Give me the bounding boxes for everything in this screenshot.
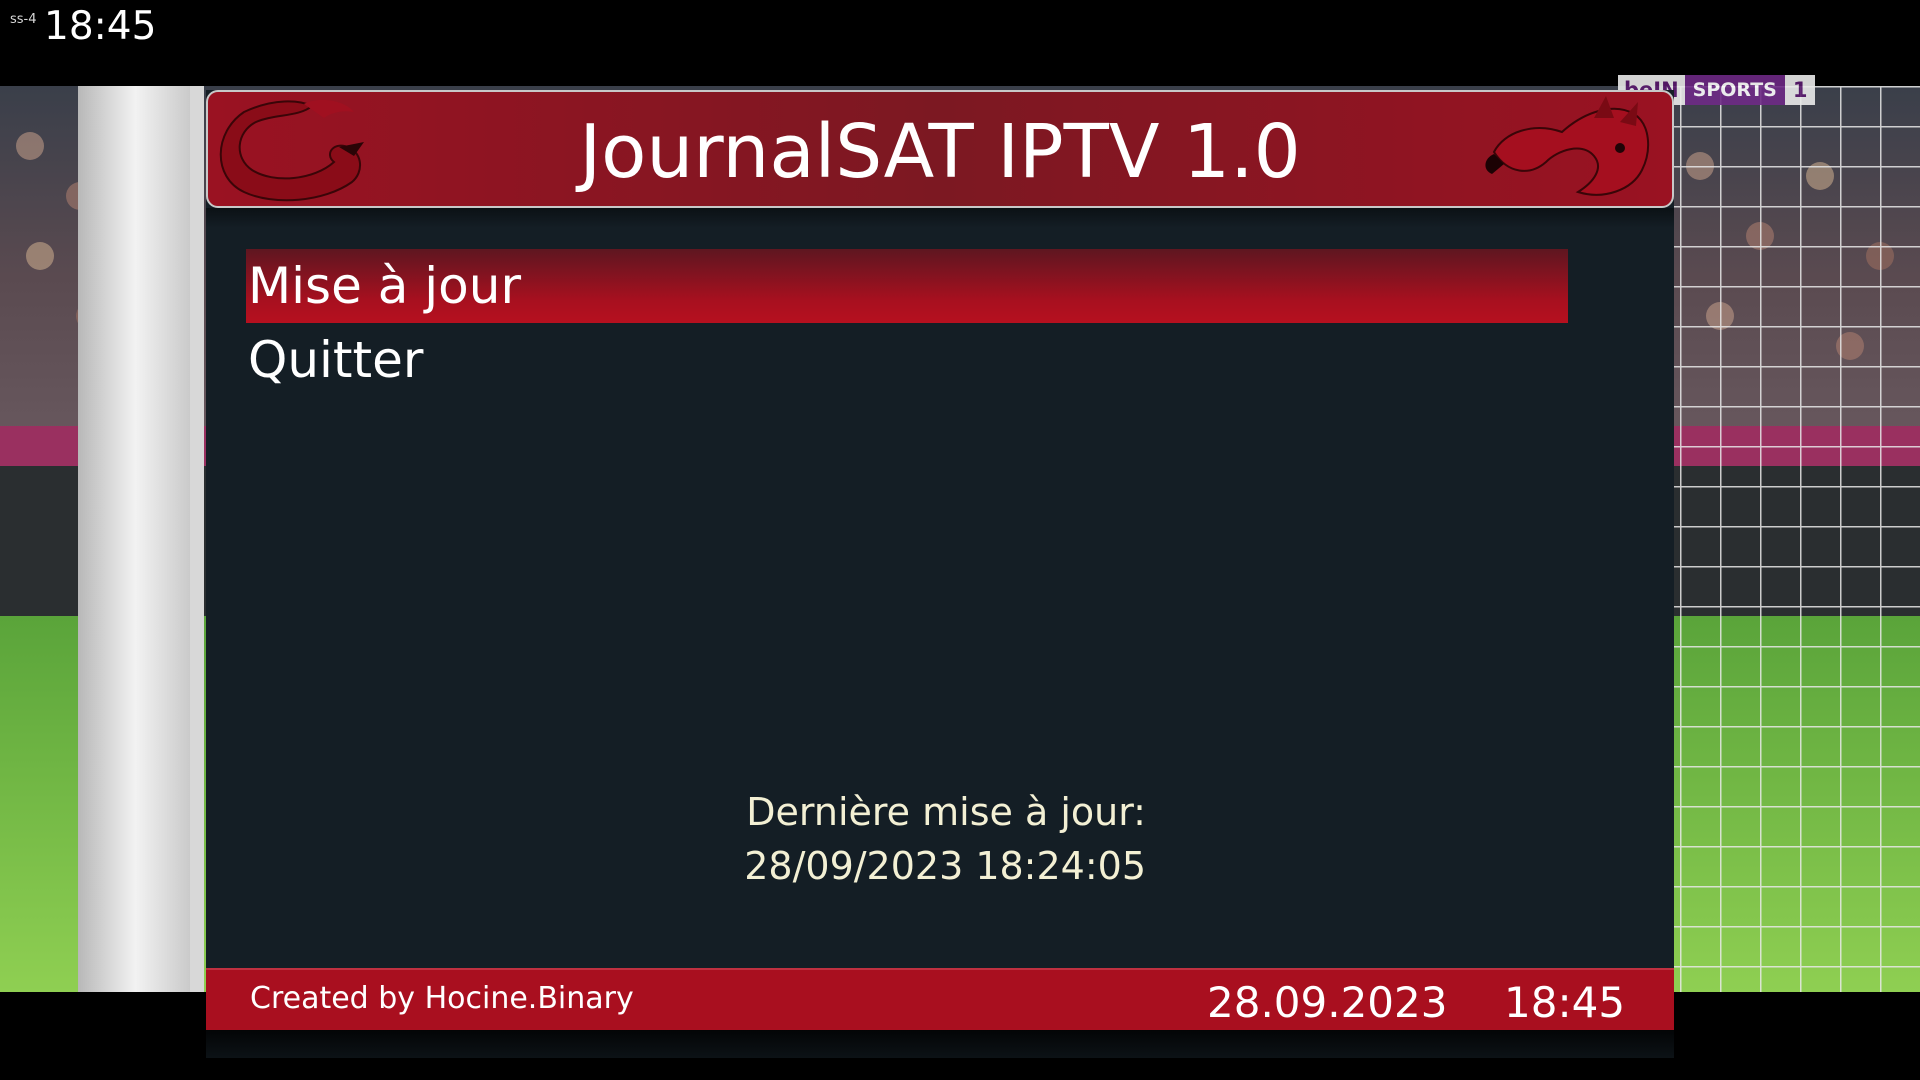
last-update-value: 28/09/2023 18:24:05 xyxy=(744,844,1146,888)
footer-time: 18:45 xyxy=(1504,978,1626,1027)
plugin-menu: Mise à jour Quitter xyxy=(246,249,1568,397)
title-bar: JournalSAT IPTV 1.0 xyxy=(206,90,1674,208)
menu-item-update[interactable]: Mise à jour xyxy=(246,249,1568,323)
menu-item-quit[interactable]: Quitter xyxy=(246,323,1568,397)
footer-date: 28.09.2023 xyxy=(1207,978,1448,1027)
last-update-info: Dernière mise à jour: 28/09/2023 18:24:0… xyxy=(206,785,1146,893)
title-shadow xyxy=(206,208,1674,228)
last-update-label: Dernière mise à jour: xyxy=(746,790,1146,834)
osd-channel-tag: ss-4 xyxy=(10,12,37,27)
footer-bar: Created by Hocine.Binary 28.09.2023 18:4… xyxy=(206,968,1674,1030)
plugin-title: JournalSAT IPTV 1.0 xyxy=(579,109,1301,195)
channel-number: 1 xyxy=(1784,75,1816,105)
dragon-icon xyxy=(1485,96,1650,196)
tv-screen: ss-4 18:45 beIN SPORTS 1 JournalSAT IPTV… xyxy=(0,0,1920,1080)
osd-clock: 18:45 xyxy=(44,4,157,49)
footer-credit: Created by Hocine.Binary xyxy=(250,981,634,1016)
channel-sports: SPORTS xyxy=(1684,75,1785,105)
plugin-window: JournalSAT IPTV 1.0 Mise à jour Quitter … xyxy=(206,90,1674,1058)
